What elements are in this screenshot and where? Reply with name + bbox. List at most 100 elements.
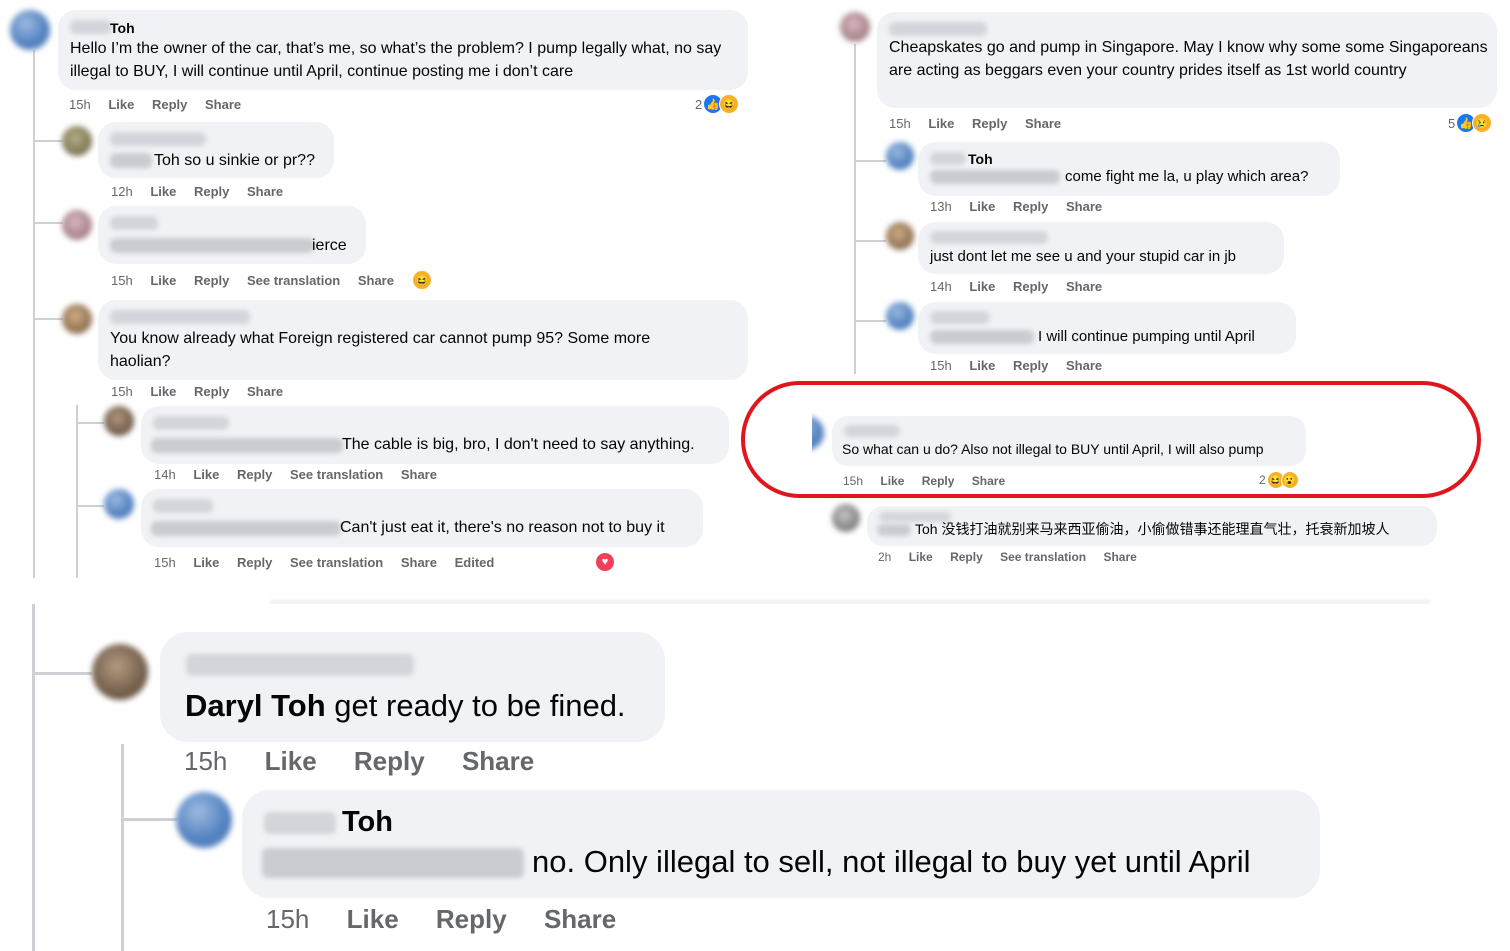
see-translation-button[interactable]: See translation (290, 555, 383, 570)
like-button[interactable]: Like (969, 199, 995, 214)
timestamp[interactable]: 15h (266, 904, 309, 934)
redacted-name (889, 22, 987, 36)
timestamp[interactable]: 15h (889, 116, 911, 131)
like-button[interactable]: Like (969, 279, 995, 294)
avatar[interactable] (176, 792, 232, 848)
reply-button[interactable]: Reply (152, 97, 187, 112)
share-button[interactable]: Share (401, 467, 437, 482)
thread-line (854, 160, 886, 162)
commenter-name[interactable]: Toh (342, 806, 393, 839)
reaction-summary[interactable]: 2 👍 😆 (695, 94, 740, 114)
reaction-summary[interactable]: 5 👍 😢 (1448, 113, 1493, 133)
share-button[interactable]: Share (401, 555, 437, 570)
see-translation-button[interactable]: See translation (1000, 550, 1086, 564)
redacted-name (186, 654, 414, 676)
reply-button[interactable]: Reply (1013, 279, 1048, 294)
thread-line (76, 422, 104, 424)
timestamp[interactable]: 14h (154, 467, 176, 482)
reply-button[interactable]: Reply (194, 273, 229, 288)
commenter-name[interactable]: Toh (968, 151, 993, 167)
timestamp[interactable]: 14h (930, 279, 952, 294)
like-button[interactable]: Like (928, 116, 954, 131)
redacted-mention (930, 330, 1034, 344)
avatar[interactable] (92, 644, 148, 700)
like-button[interactable]: Like (193, 467, 219, 482)
share-button[interactable]: Share (247, 184, 283, 199)
avatar[interactable] (62, 304, 92, 334)
share-button[interactable]: Share (544, 904, 616, 934)
share-button[interactable]: Share (462, 746, 534, 776)
like-button[interactable]: Like (150, 273, 176, 288)
redacted-mention (262, 848, 524, 878)
timestamp[interactable]: 15h (111, 273, 133, 288)
like-button[interactable]: Like (909, 550, 933, 564)
reply-button[interactable]: Reply (194, 384, 229, 399)
avatar[interactable] (62, 210, 92, 240)
reply-button[interactable]: Reply (972, 116, 1007, 131)
avatar[interactable] (886, 302, 914, 330)
redacted-mention (930, 170, 1060, 184)
see-translation-button[interactable]: See translation (247, 273, 340, 288)
share-button[interactable]: Share (247, 384, 283, 399)
avatar[interactable] (840, 12, 870, 42)
share-button[interactable]: Share (1025, 116, 1061, 131)
comment-text: just dont let me see u and your stupid c… (930, 248, 1237, 265)
timestamp[interactable]: 15h (154, 555, 176, 570)
comment-bubble: You know already what Foreign registered… (98, 300, 748, 380)
avatar[interactable] (886, 222, 914, 250)
reply-button[interactable]: Reply (237, 555, 272, 570)
avatar[interactable] (104, 406, 134, 436)
redacted-mention (151, 438, 343, 453)
thread-line (854, 320, 886, 322)
thread-line (33, 318, 63, 320)
reply-button[interactable]: Reply (194, 184, 229, 199)
reaction-count: 2 (695, 96, 703, 112)
see-translation-button[interactable]: See translation (290, 467, 383, 482)
reply-button[interactable]: Reply (950, 550, 983, 564)
comment-actions: 15h Like Reply See translation Share (111, 273, 408, 288)
comment-bubble: The cable is big, bro, I don't need to s… (141, 406, 729, 464)
avatar[interactable] (886, 142, 914, 170)
share-button[interactable]: Share (1103, 550, 1136, 564)
reply-button[interactable]: Reply (354, 746, 425, 776)
like-button[interactable]: Like (347, 904, 399, 934)
avatar[interactable] (10, 10, 50, 50)
timestamp[interactable]: 15h (930, 358, 952, 373)
timestamp[interactable]: 13h (930, 199, 952, 214)
redacted-name (930, 231, 1048, 244)
avatar[interactable] (104, 489, 134, 519)
like-button[interactable]: Like (150, 184, 176, 199)
thread-line (121, 744, 124, 951)
share-button[interactable]: Share (1066, 199, 1102, 214)
share-button[interactable]: Share (1066, 358, 1102, 373)
reply-button[interactable]: Reply (1013, 358, 1048, 373)
share-button[interactable]: Share (1066, 279, 1102, 294)
redacted-name (110, 132, 206, 146)
like-button[interactable]: Like (150, 384, 176, 399)
timestamp[interactable]: 15h (184, 746, 227, 776)
like-button[interactable]: Like (265, 746, 317, 776)
reply-button[interactable]: Reply (237, 467, 272, 482)
comment-text: Hello I’m the owner of the car, that’s m… (70, 40, 722, 80)
share-button[interactable]: Share (205, 97, 241, 112)
redacted-name (264, 812, 336, 834)
like-button[interactable]: Like (108, 97, 134, 112)
reply-button[interactable]: Reply (436, 904, 507, 934)
timestamp[interactable]: 15h (111, 384, 133, 399)
redacted-mention (151, 521, 341, 536)
comment-bubble: I will continue pumping until April (918, 302, 1296, 354)
avatar[interactable] (62, 126, 92, 156)
timestamp[interactable]: 2h (878, 550, 891, 564)
timestamp[interactable]: 12h (111, 184, 133, 199)
timestamp[interactable]: 15h (69, 97, 91, 112)
reply-button[interactable]: Reply (1013, 199, 1048, 214)
commenter-name[interactable]: Toh (110, 20, 135, 36)
mention-link[interactable]: Daryl Toh (185, 688, 326, 723)
reaction-summary[interactable]: ♥ (595, 552, 615, 572)
share-button[interactable]: Share (358, 273, 394, 288)
thread-line (33, 140, 63, 142)
reaction-summary[interactable]: 😆 (412, 270, 432, 290)
like-button[interactable]: Like (969, 358, 995, 373)
avatar[interactable] (832, 504, 860, 532)
like-button[interactable]: Like (193, 555, 219, 570)
